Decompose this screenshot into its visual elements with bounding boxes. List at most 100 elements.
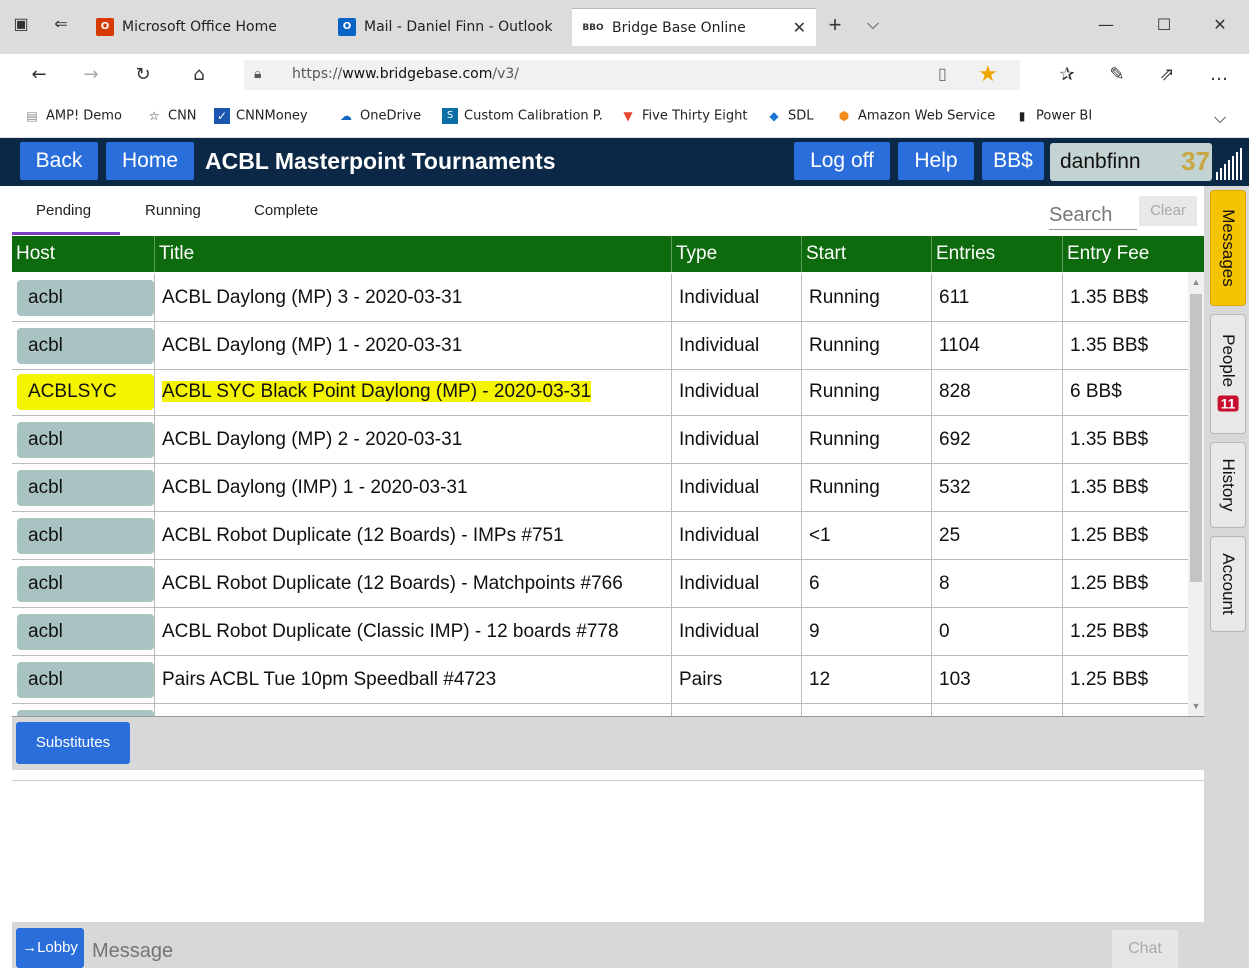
- fav-powerbi[interactable]: ▮ Power BI: [1014, 108, 1093, 124]
- host-button[interactable]: acbl: [17, 518, 154, 554]
- host-button[interactable]: acbl: [17, 422, 154, 458]
- tournament-entries: 611: [931, 274, 1062, 322]
- home-button[interactable]: Home: [106, 142, 194, 180]
- column-header-host[interactable]: Host: [12, 236, 154, 272]
- column-header-type[interactable]: Type: [671, 236, 801, 272]
- tab-actions-icon[interactable]: ▣: [10, 14, 32, 36]
- help-button[interactable]: Help: [898, 142, 974, 180]
- host-button[interactable]: ACBLSYC: [17, 374, 154, 410]
- table-row[interactable]: acbl ACBL Daylong (MP) 3 - 2020-03-31 In…: [12, 274, 1188, 322]
- back-button[interactable]: Back: [20, 142, 98, 180]
- host-button[interactable]: acbl: [17, 662, 154, 698]
- favorite-star-icon[interactable]: ★: [978, 61, 998, 87]
- browser-tab-bar: ▣ ⇐ O Microsoft Office Home O Mail - Danie…: [0, 0, 1249, 54]
- tournament-title: ACBL Daylong (MP) 1 - 2020-03-31: [154, 322, 671, 370]
- bb-dollars-button[interactable]: BB$: [982, 142, 1044, 180]
- forward-arrow-icon[interactable]: →: [76, 62, 106, 88]
- tab-outlook[interactable]: O Mail - Daniel Finn - Outlook: [338, 8, 570, 46]
- fav-aws[interactable]: ⬢ Amazon Web Service: [836, 108, 995, 124]
- user-box[interactable]: danbfinn 37: [1050, 143, 1212, 181]
- close-tab-icon[interactable]: ✕: [793, 9, 806, 46]
- column-header-entries[interactable]: Entries: [931, 236, 1062, 272]
- tournament-start: Running: [801, 416, 931, 464]
- search-input[interactable]: [1049, 204, 1137, 227]
- favbar-chevron-icon[interactable]: ⌵: [1214, 108, 1226, 128]
- office-icon: O: [96, 18, 114, 36]
- more-icon[interactable]: …: [1204, 62, 1234, 88]
- tournament-title: ACBL Daylong (IMP) 1 - 2020-03-31: [154, 464, 671, 512]
- substitutes-button[interactable]: Substitutes: [16, 722, 130, 764]
- home-icon[interactable]: ⌂: [184, 62, 214, 88]
- table-row-highlighted[interactable]: ACBLSYC ACBL SYC Black Point Daylong (MP…: [12, 368, 1188, 416]
- host-button[interactable]: acbl: [17, 470, 154, 506]
- set-tabs-aside-icon[interactable]: ⇐: [50, 14, 72, 36]
- close-window-icon[interactable]: ✕: [1200, 10, 1240, 40]
- table-scrollbar[interactable]: ▲ ▼: [1188, 272, 1204, 716]
- substitutes-bar: Substitutes: [12, 716, 1204, 770]
- host-button[interactable]: acbl: [17, 280, 154, 316]
- side-tab-account[interactable]: Account: [1210, 536, 1246, 632]
- tournament-start: Running: [801, 368, 931, 416]
- lobby-button[interactable]: →Lobby: [16, 928, 84, 968]
- table-row[interactable]: acbl ACBL Daylong (IMP) 1 - 2020-03-31 I…: [12, 464, 1188, 512]
- host-button[interactable]: acbl: [17, 614, 154, 650]
- side-tab-history[interactable]: History: [1210, 442, 1246, 528]
- tab-bbo[interactable]: BBO Bridge Base Online ✕: [572, 8, 816, 46]
- table-row[interactable]: acbl ACBL Robot Duplicate (12 Boards) - …: [12, 512, 1188, 560]
- fav-custom-calibration[interactable]: S Custom Calibration P.: [442, 108, 603, 124]
- refresh-icon[interactable]: ↻: [128, 62, 158, 88]
- tournament-start: Running: [801, 274, 931, 322]
- table-row[interactable]: acbl ACBL Daylong (MP) 1 - 2020-03-31 In…: [12, 322, 1188, 370]
- tab-complete[interactable]: Complete: [254, 202, 318, 219]
- tab-pending[interactable]: Pending: [36, 202, 91, 219]
- tournament-fee: 6 BB$: [1062, 368, 1188, 416]
- table-row[interactable]: acbl ACBL Robot Duplicate (12 Boards) - …: [12, 560, 1188, 608]
- tournament-fee: [1062, 704, 1188, 716]
- side-tab-messages[interactable]: Messages: [1210, 190, 1246, 306]
- table-row[interactable]: acbl Pairs ACBL Tue 10pm Speedball #4723…: [12, 656, 1188, 704]
- message-input[interactable]: [92, 940, 992, 963]
- chat-button[interactable]: Chat: [1112, 930, 1178, 968]
- maximize-icon[interactable]: ☐: [1144, 10, 1184, 40]
- table-row[interactable]: acbl ACBL Robot Duplicate (Classic IMP) …: [12, 608, 1188, 656]
- reading-view-icon[interactable]: ▯: [938, 64, 947, 84]
- column-header-entry-fee[interactable]: Entry Fee: [1062, 236, 1204, 272]
- fav-sdl[interactable]: ◆ SDL: [766, 108, 813, 124]
- back-arrow-icon[interactable]: ←: [24, 62, 54, 88]
- clear-button[interactable]: Clear: [1139, 196, 1197, 226]
- column-header-start[interactable]: Start: [801, 236, 931, 272]
- scrollbar-thumb[interactable]: [1190, 294, 1202, 582]
- host-button[interactable]: acbl: [17, 566, 154, 602]
- tab-running[interactable]: Running: [145, 202, 201, 219]
- tournament-entries: 25: [931, 512, 1062, 560]
- fav-cnnmoney[interactable]: ✓ CNNMoney: [214, 108, 308, 124]
- tournament-table: acbl ACBL Daylong (MP) 3 - 2020-03-31 In…: [12, 272, 1188, 716]
- side-tab-people[interactable]: People11: [1210, 314, 1246, 434]
- minimize-icon[interactable]: —: [1086, 10, 1126, 40]
- tournament-fee: 1.25 BB$: [1062, 512, 1188, 560]
- share-icon[interactable]: ⇗: [1152, 62, 1182, 88]
- logoff-button[interactable]: Log off: [794, 142, 890, 180]
- lock-icon: 🔒︎: [254, 65, 262, 81]
- cloud-icon: ☁: [340, 109, 352, 123]
- url-field[interactable]: 🔒︎ https://www.bridgebase.com/v3/ ▯ ★: [244, 60, 1020, 90]
- tournament-fee: 1.35 BB$: [1062, 274, 1188, 322]
- tab-office[interactable]: O Microsoft Office Home: [96, 8, 332, 46]
- tab-label: Microsoft Office Home: [122, 19, 277, 35]
- fav-fivethirtyeight[interactable]: ▼ Five Thirty Eight: [620, 108, 747, 124]
- tab-label: Mail - Daniel Finn - Outlook: [364, 19, 553, 35]
- scroll-up-icon[interactable]: ▲: [1188, 274, 1204, 290]
- fav-cnn[interactable]: ☆ CNN: [146, 108, 197, 124]
- column-header-title[interactable]: Title: [154, 236, 671, 272]
- pen-icon[interactable]: ✎: [1102, 62, 1132, 88]
- tab-list-icon[interactable]: ⌵: [862, 14, 884, 36]
- fav-onedrive[interactable]: ☁ OneDrive: [338, 108, 421, 124]
- fav-amp-demo[interactable]: ▤ AMP! Demo: [24, 108, 122, 124]
- host-button[interactable]: acbl: [17, 328, 154, 364]
- scroll-down-icon[interactable]: ▼: [1188, 698, 1204, 714]
- favorites-list-icon[interactable]: ✰: [1052, 62, 1082, 88]
- table-row-partial[interactable]: [12, 704, 1188, 716]
- table-row[interactable]: acbl ACBL Daylong (MP) 2 - 2020-03-31 In…: [12, 416, 1188, 464]
- new-tab-icon[interactable]: +: [824, 14, 846, 36]
- tournament-entries: 0: [931, 608, 1062, 656]
